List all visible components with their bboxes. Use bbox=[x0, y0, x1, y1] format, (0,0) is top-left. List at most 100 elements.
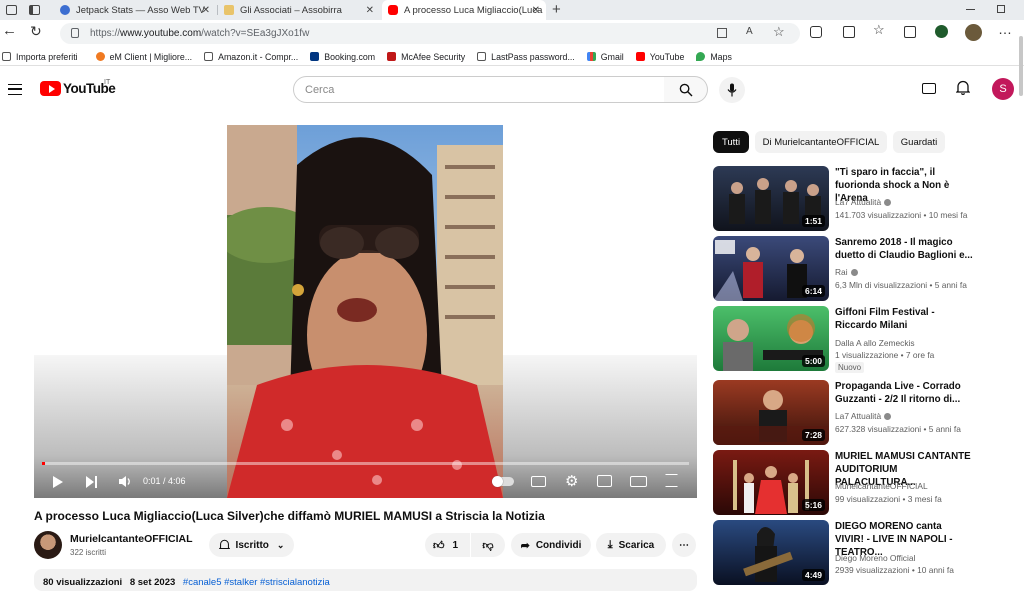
rec-title[interactable]: Sanremo 2018 - Il magico duetto di Claud… bbox=[835, 236, 973, 262]
close-tab-icon[interactable]: ✕ bbox=[366, 5, 374, 16]
rec-channel[interactable]: Dalla A allo Zemeckis bbox=[835, 338, 915, 348]
subtitles-icon[interactable] bbox=[531, 476, 546, 487]
page-scrollbar[interactable] bbox=[1019, 36, 1023, 96]
bookmark-import[interactable]: Importa preferiti bbox=[2, 52, 78, 62]
rec-channel[interactable]: Rai bbox=[835, 267, 858, 277]
bookmark-youtube[interactable]: YouTube bbox=[635, 51, 685, 62]
chip-watched[interactable]: Guardati bbox=[893, 131, 945, 153]
close-tab-icon[interactable]: ✕ bbox=[202, 5, 210, 16]
hamburger-menu-icon[interactable] bbox=[8, 84, 22, 95]
fullscreen-icon[interactable] bbox=[665, 474, 678, 487]
search-button[interactable] bbox=[664, 76, 708, 103]
video-thumbnail[interactable]: 1:51 bbox=[713, 166, 829, 231]
minimize-icon[interactable] bbox=[966, 9, 975, 10]
recommendation-item[interactable]: 5:00 Giffoni Film Festival - Riccardo Mi… bbox=[713, 306, 1023, 374]
bookmark-gmail[interactable]: Gmail bbox=[586, 51, 624, 62]
video-player[interactable] bbox=[34, 125, 697, 498]
bookmark-maps[interactable]: Maps bbox=[696, 52, 732, 62]
vertical-tabs-icon[interactable] bbox=[29, 5, 40, 15]
rec-title[interactable]: Giffoni Film Festival - Riccardo Milani bbox=[835, 306, 973, 332]
apps-icon[interactable] bbox=[717, 28, 727, 38]
bell-icon bbox=[218, 539, 230, 550]
rec-channel[interactable]: La7 Attualità bbox=[835, 411, 892, 421]
video-thumbnail[interactable]: 5:00 bbox=[713, 306, 829, 371]
url-host: www.youtube.com bbox=[120, 28, 202, 39]
next-video-icon[interactable] bbox=[86, 476, 98, 488]
channel-avatar[interactable] bbox=[34, 531, 62, 559]
tab-youtube-active[interactable]: A processo Luca Migliaccio(Luca ✕ bbox=[382, 0, 546, 20]
upload-date: 8 set 2023 bbox=[129, 577, 176, 588]
channel-name[interactable]: MurielcantanteOFFICIAL bbox=[70, 533, 193, 545]
avatar-letter: S bbox=[999, 83, 1007, 95]
like-button[interactable]: 👍︎ 1 bbox=[425, 533, 470, 557]
volume-icon[interactable] bbox=[118, 475, 132, 493]
theater-mode-icon[interactable] bbox=[630, 476, 647, 487]
bookmark-label: YouTube bbox=[649, 51, 685, 62]
share-button[interactable]: ➦ Condividi bbox=[511, 533, 591, 557]
favorite-star-icon[interactable]: ☆ bbox=[773, 24, 785, 40]
rec-channel-name: La7 Attualità bbox=[835, 197, 882, 207]
download-button[interactable]: ⤓ Scarica bbox=[596, 533, 666, 557]
restore-icon[interactable] bbox=[997, 5, 1005, 13]
rec-channel[interactable]: MurielcantanteOFFICIAL bbox=[835, 481, 928, 491]
close-tab-icon[interactable]: ✕ bbox=[532, 5, 540, 16]
read-aloud-icon[interactable]: A bbox=[746, 26, 753, 37]
refresh-icon[interactable]: ↻ bbox=[30, 23, 42, 40]
recommendation-item[interactable]: 5:16 MURIEL MAMUSI CANTANTE AUDITORIUM P… bbox=[713, 450, 1023, 518]
bookmark-booking[interactable]: Booking.com bbox=[310, 52, 375, 62]
extensions-icon[interactable] bbox=[810, 26, 822, 38]
video-thumbnail[interactable]: 7:28 bbox=[713, 380, 829, 445]
bookmark-emclient[interactable]: eM Client | Migliore... bbox=[95, 52, 192, 62]
new-tab-icon[interactable]: + bbox=[552, 1, 561, 18]
hashtags[interactable]: #canale5 #stalker #striscialanotizia bbox=[183, 577, 330, 588]
rec-channel[interactable]: La7 Attualità bbox=[835, 197, 892, 207]
miniplayer-icon[interactable] bbox=[597, 475, 612, 487]
subscribed-button[interactable]: Iscritto ⌄ bbox=[209, 533, 294, 557]
back-arrow-icon[interactable]: ← bbox=[2, 22, 17, 39]
profile-avatar[interactable] bbox=[965, 24, 982, 41]
video-thumbnail[interactable]: 6:14 bbox=[713, 236, 829, 301]
collections-icon[interactable] bbox=[904, 26, 916, 38]
account-avatar[interactable]: S bbox=[992, 78, 1014, 100]
video-thumbnail[interactable]: 5:16 bbox=[713, 450, 829, 515]
recommendation-item[interactable]: 7:28 Propaganda Live - Corrado Guzzanti … bbox=[713, 380, 1023, 448]
create-video-icon[interactable] bbox=[922, 83, 936, 94]
bookmark-label: Gmail bbox=[600, 51, 624, 62]
progress-track[interactable] bbox=[42, 462, 689, 465]
video-thumbnail[interactable]: 4:49 bbox=[713, 520, 829, 585]
split-screen-icon[interactable] bbox=[843, 26, 855, 38]
chip-all[interactable]: Tutti bbox=[713, 131, 749, 153]
video-duration: 7:28 bbox=[801, 429, 825, 441]
recommendation-item[interactable]: 1:51 "Ti sparo in faccia", il fuorionda … bbox=[713, 166, 1023, 234]
voice-search-button[interactable] bbox=[719, 77, 745, 103]
bookmark-lastpass[interactable]: LastPass password... bbox=[477, 52, 575, 62]
microphone-icon bbox=[727, 83, 737, 97]
youtube-tab-icon bbox=[388, 5, 398, 15]
tab-jetpack[interactable]: Jetpack Stats — Asso Web TV ✕ bbox=[54, 0, 216, 20]
settings-gear-icon[interactable]: ⚙ bbox=[565, 472, 578, 490]
tab-assobirra[interactable]: Gli Associati – Assobirra ✕ bbox=[218, 0, 380, 20]
rec-title[interactable]: Propaganda Live - Corrado Guzzanti - 2/2… bbox=[835, 380, 973, 406]
tab-actions-icon[interactable] bbox=[6, 5, 17, 15]
description-box[interactable]: 80 visualizzazioni 8 set 2023 #canale5 #… bbox=[34, 569, 697, 591]
rec-channel[interactable]: Diego Moreno Official bbox=[835, 553, 915, 563]
notifications-bell-icon[interactable] bbox=[955, 80, 971, 98]
more-dots-icon: ⋯ bbox=[679, 539, 689, 551]
thumbs-up-icon: 👍︎ bbox=[433, 539, 445, 552]
autoplay-toggle[interactable] bbox=[492, 476, 514, 487]
search-input[interactable]: Cerca bbox=[293, 76, 665, 103]
recommendation-item[interactable]: 4:49 DIEGO MORENO canta VIVIR! - LIVE IN… bbox=[713, 520, 1023, 588]
more-actions-button[interactable]: ⋯ bbox=[672, 533, 696, 557]
tab-title: Jetpack Stats — Asso Web TV bbox=[76, 4, 206, 16]
video-duration: 5:00 bbox=[801, 355, 825, 367]
favorites-icon[interactable]: ☆ bbox=[873, 22, 885, 38]
browser-essentials-icon[interactable] bbox=[935, 25, 948, 38]
bookmark-amazon[interactable]: Amazon.it - Compr... bbox=[204, 52, 298, 62]
chip-from-channel[interactable]: Di MurielcantanteOFFICIAL bbox=[755, 131, 887, 153]
play-icon[interactable] bbox=[53, 476, 63, 488]
more-menu-icon[interactable]: … bbox=[998, 21, 1012, 37]
bookmark-mcafee[interactable]: McAfee Security bbox=[387, 52, 465, 62]
recommendation-item[interactable]: 6:14 Sanremo 2018 - Il magico duetto di … bbox=[713, 236, 1023, 304]
dislike-button[interactable]: 👎︎ bbox=[471, 533, 505, 557]
address-bar[interactable]: https://www.youtube.com/watch?v=SEa3gJXo… bbox=[60, 23, 800, 44]
